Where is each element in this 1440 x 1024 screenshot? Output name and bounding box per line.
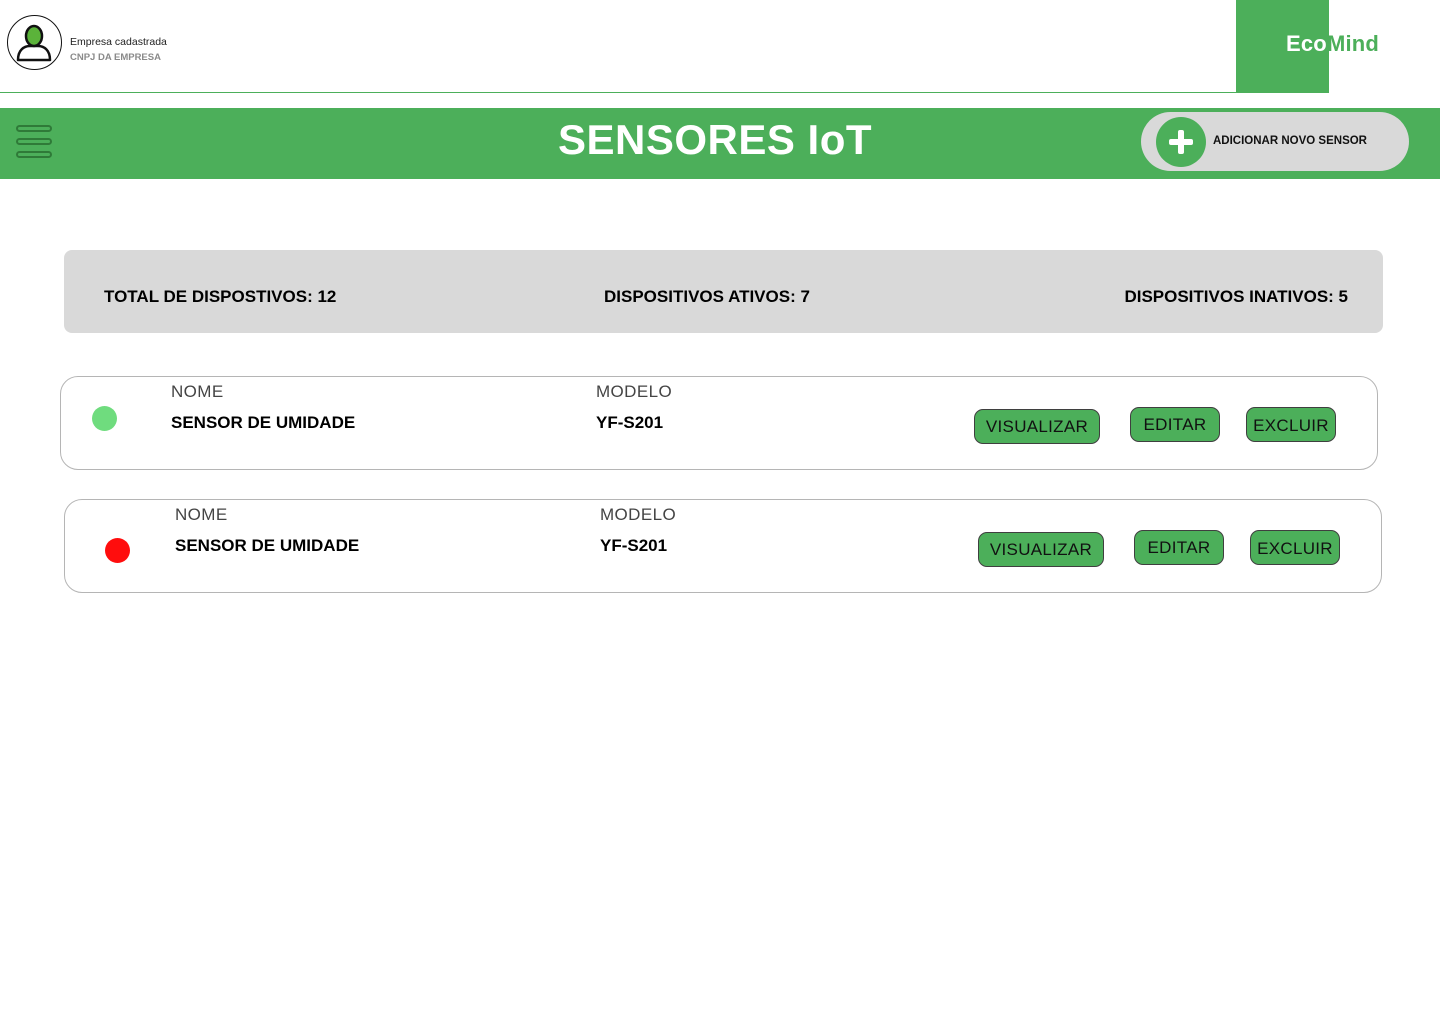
page: Empresa cadastrada CNPJ DA EMPRESA EcoMi…: [0, 0, 1440, 1024]
view-button[interactable]: VISUALIZAR: [974, 409, 1100, 444]
summary-total: TOTAL DE DISPOSTIVOS: 12: [104, 287, 337, 306]
view-button[interactable]: VISUALIZAR: [978, 532, 1104, 567]
company-name: Empresa cadastrada: [70, 36, 167, 48]
delete-button[interactable]: EXCLUIR: [1250, 530, 1340, 565]
brand-part-eco: Eco: [1286, 31, 1327, 56]
sensor-row: NOME SENSOR DE UMIDADE MODELO YF-S201 VI…: [60, 376, 1378, 470]
user-avatar-icon[interactable]: [7, 15, 62, 70]
name-label: NOME: [175, 505, 228, 524]
sensor-name: SENSOR DE UMIDADE: [175, 536, 360, 555]
company-cnpj: CNPJ DA EMPRESA: [70, 52, 161, 63]
edit-button[interactable]: EDITAR: [1130, 407, 1220, 442]
add-sensor-button[interactable]: ADICIONAR NOVO SENSOR: [1141, 112, 1409, 171]
plus-icon: [1156, 117, 1206, 167]
summary-inactive: DISPOSITIVOS INATIVOS: 5: [1124, 287, 1348, 306]
brand-logo: EcoMind: [1286, 31, 1379, 57]
sensor-name: SENSOR DE UMIDADE: [171, 413, 356, 432]
status-indicator-active: [92, 406, 117, 431]
model-label: MODELO: [600, 505, 677, 524]
sensor-model: YF-S201: [600, 536, 668, 555]
devices-summary: TOTAL DE DISPOSTIVOS: 12 DISPOSITIVOS AT…: [64, 250, 1383, 333]
name-label: NOME: [171, 382, 224, 401]
summary-active: DISPOSITIVOS ATIVOS: 7: [604, 287, 810, 306]
header-divider: [0, 92, 1236, 93]
model-label: MODELO: [596, 382, 673, 401]
status-indicator-inactive: [105, 538, 130, 563]
delete-button[interactable]: EXCLUIR: [1246, 407, 1336, 442]
add-sensor-label: ADICIONAR NOVO SENSOR: [1213, 135, 1367, 147]
sensor-row: NOME SENSOR DE UMIDADE MODELO YF-S201 VI…: [64, 499, 1382, 593]
user-icon: [16, 24, 52, 62]
edit-button[interactable]: EDITAR: [1134, 530, 1224, 565]
brand-part-mind: Mind: [1326, 31, 1380, 56]
sensor-model: YF-S201: [596, 413, 664, 432]
top-header: Empresa cadastrada CNPJ DA EMPRESA EcoMi…: [0, 0, 1440, 93]
